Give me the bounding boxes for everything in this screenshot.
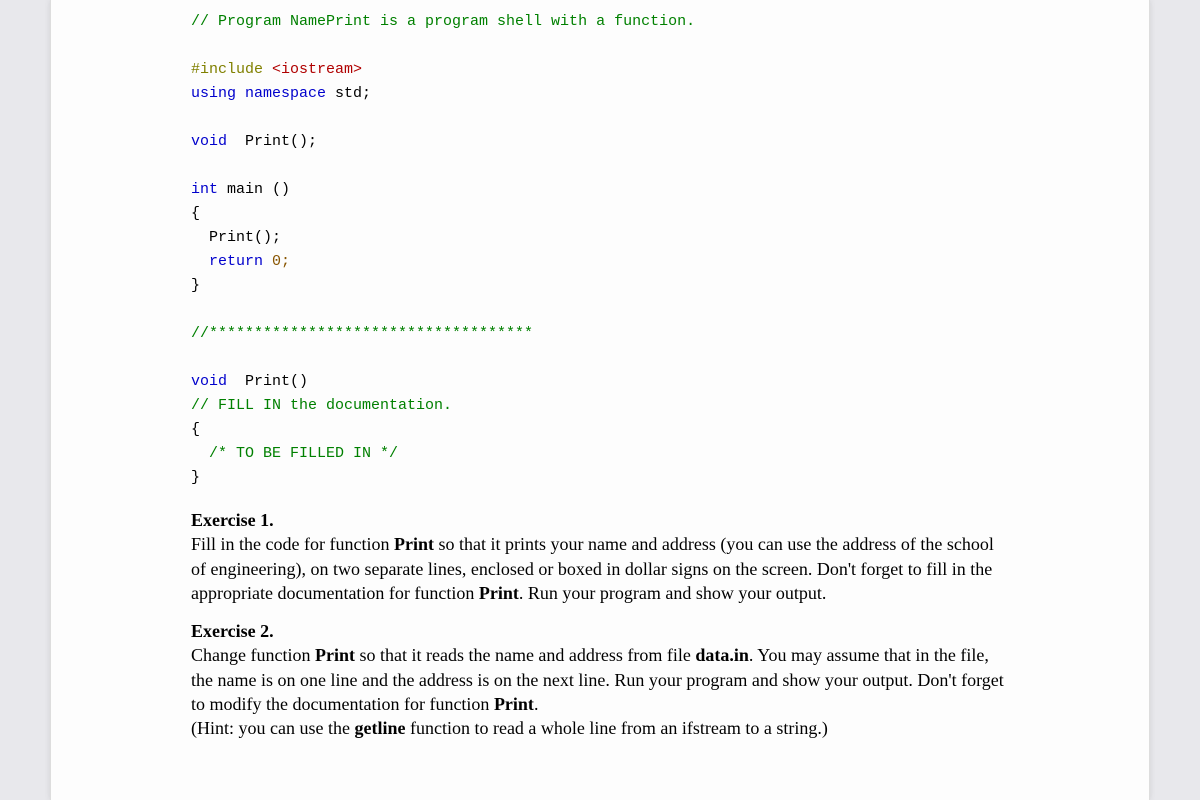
code-text: Print(); bbox=[227, 133, 317, 150]
code-comment: //************************************ bbox=[191, 325, 533, 342]
code-block: // Program NamePrint is a program shell … bbox=[191, 10, 1009, 490]
code-brace: } bbox=[191, 469, 200, 486]
code-text: std; bbox=[335, 85, 371, 102]
code-keyword: void bbox=[191, 133, 227, 150]
code-keyword: using bbox=[191, 85, 245, 102]
exercise-block: Exercise 1. Fill in the code for functio… bbox=[191, 508, 1009, 741]
code-text bbox=[191, 445, 209, 462]
code-text: Print() bbox=[227, 373, 308, 390]
code-text: Print(); bbox=[191, 229, 281, 246]
code-comment: // FILL IN the documentation. bbox=[191, 397, 452, 414]
code-include: #include bbox=[191, 61, 272, 78]
exercise-text: Change function bbox=[191, 645, 315, 665]
exercise-2: Exercise 2. Change function Print so tha… bbox=[191, 619, 1009, 740]
code-brace: { bbox=[191, 205, 200, 222]
code-text: main () bbox=[227, 181, 290, 198]
exercise-1: Exercise 1. Fill in the code for functio… bbox=[191, 508, 1009, 605]
code-number: 0; bbox=[263, 253, 290, 270]
exercise-text: . bbox=[534, 694, 539, 714]
keyword-print: Print bbox=[394, 534, 434, 554]
code-text bbox=[191, 253, 209, 270]
exercise-text: Fill in the code for function bbox=[191, 534, 394, 554]
keyword-print: Print bbox=[315, 645, 355, 665]
keyword-filename: data.in bbox=[695, 645, 749, 665]
exercise-title: Exercise 1. bbox=[191, 510, 274, 530]
code-brace: { bbox=[191, 421, 200, 438]
code-keyword: return bbox=[209, 253, 263, 270]
code-header: <iostream> bbox=[272, 61, 362, 78]
document-page: // Program NamePrint is a program shell … bbox=[50, 0, 1150, 800]
keyword-print: Print bbox=[479, 583, 519, 603]
keyword-print: Print bbox=[494, 694, 534, 714]
keyword-getline: getline bbox=[354, 718, 405, 738]
code-keyword: int bbox=[191, 181, 227, 198]
code-comment: /* TO BE FILLED IN */ bbox=[209, 445, 398, 462]
code-brace: } bbox=[191, 277, 200, 294]
exercise-text: so that it reads the name and address fr… bbox=[355, 645, 695, 665]
exercise-text: . Run your program and show your output. bbox=[519, 583, 826, 603]
code-keyword: void bbox=[191, 373, 227, 390]
exercise-title: Exercise 2. bbox=[191, 621, 274, 641]
code-keyword: namespace bbox=[245, 85, 335, 102]
exercise-hint: function to read a whole line from an if… bbox=[405, 718, 827, 738]
code-comment: // Program NamePrint is a program shell … bbox=[191, 13, 695, 30]
exercise-hint: (Hint: you can use the bbox=[191, 718, 354, 738]
